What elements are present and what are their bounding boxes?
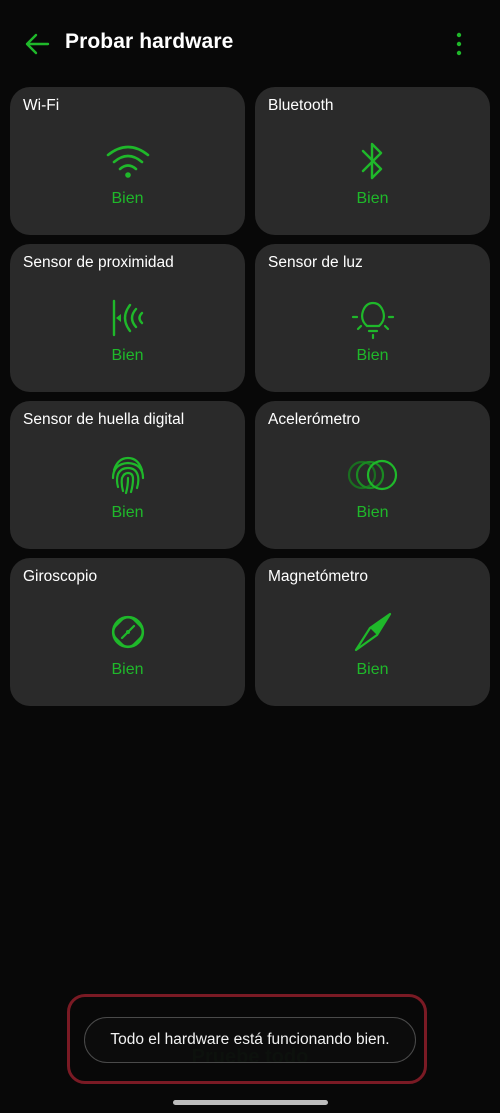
test-card-bluetooth[interactable]: Bluetooth Bien xyxy=(255,87,490,235)
test-card-label: Bluetooth xyxy=(268,97,334,114)
test-card-label: Wi-Fi xyxy=(23,97,60,114)
fingerprint-icon xyxy=(111,456,144,495)
app-bar: Probar hardware xyxy=(0,0,500,88)
page-title: Probar hardware xyxy=(65,30,234,53)
test-card-label: Sensor de proximidad xyxy=(23,254,174,271)
test-status: Bien xyxy=(111,504,144,521)
home-indicator-bar[interactable] xyxy=(173,1100,328,1105)
test-card-label: Acelerómetro xyxy=(268,411,361,428)
test-card-gyroscope[interactable]: Giroscopio Bien xyxy=(10,558,245,706)
test-card-light-sensor[interactable]: Sensor de luz Bien xyxy=(255,244,490,392)
test-status: Bien xyxy=(111,661,144,678)
test-card-label: Magnetómetro xyxy=(268,568,368,585)
hardware-test-screen: Probar hardware Wi-Fi Bien Bluetooth Bie… xyxy=(0,0,500,1113)
test-status: Bien xyxy=(111,190,144,207)
test-card-proximity-sensor[interactable]: Sensor de proximidad Bien xyxy=(10,244,245,392)
gyroscope-icon xyxy=(111,615,144,649)
test-card-label: Sensor de luz xyxy=(268,254,363,271)
test-card-accelerometer[interactable]: Acelerómetro Bien xyxy=(255,401,490,549)
hardware-test-grid: Wi-Fi Bien Bluetooth Bien Sensor de prox… xyxy=(10,87,490,706)
toast-message: Todo el hardware está funcionando bien. xyxy=(84,1017,416,1063)
light-bulb-icon xyxy=(351,301,394,340)
more-vert-icon xyxy=(456,32,462,56)
test-status: Bien xyxy=(356,347,389,364)
test-card-label: Sensor de huella digital xyxy=(23,411,185,428)
test-status: Bien xyxy=(356,190,389,207)
test-status: Bien xyxy=(111,347,144,364)
test-card-fingerprint-sensor[interactable]: Sensor de huella digital Bien xyxy=(10,401,245,549)
test-status: Bien xyxy=(356,661,389,678)
wifi-icon xyxy=(106,145,149,178)
compass-icon xyxy=(354,612,391,652)
accelerometer-icon xyxy=(347,459,397,491)
test-card-magnetometer[interactable]: Magnetómetro Bien xyxy=(255,558,490,706)
more-options-button[interactable] xyxy=(446,28,472,60)
toast-text: Todo el hardware está funcionando bien. xyxy=(110,1031,390,1048)
proximity-icon xyxy=(112,299,143,337)
test-status: Bien xyxy=(356,504,389,521)
back-arrow-icon xyxy=(25,33,50,55)
bluetooth-icon xyxy=(361,142,382,180)
test-card-wifi[interactable]: Wi-Fi Bien xyxy=(10,87,245,235)
back-button[interactable] xyxy=(20,28,54,60)
test-card-label: Giroscopio xyxy=(23,568,98,585)
